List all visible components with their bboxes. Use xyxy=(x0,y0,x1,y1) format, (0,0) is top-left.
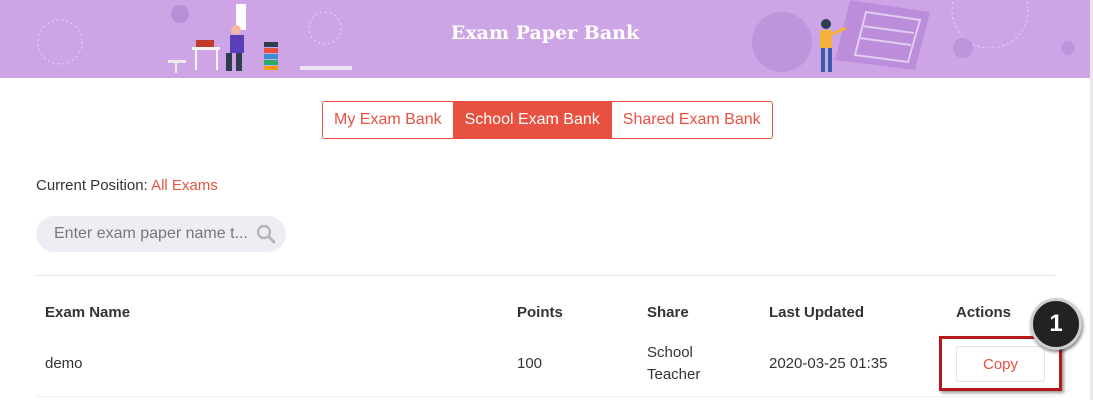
column-header-last-updated: Last Updated xyxy=(769,304,865,321)
last-updated-cell: 2020-03-25 01:35 xyxy=(769,355,888,372)
column-header-exam-name: Exam Name xyxy=(45,304,131,321)
column-header-actions: Actions xyxy=(956,304,1012,321)
exam-name-cell: demo xyxy=(45,355,83,372)
search-box[interactable]: Enter exam paper name t... xyxy=(36,216,286,252)
column-header-share: Share xyxy=(647,304,689,321)
tab-school-exam-bank[interactable]: School Exam Bank xyxy=(452,102,611,138)
share-cell-line-2: Teacher xyxy=(647,366,701,383)
page-title: Exam Paper Bank xyxy=(450,22,640,44)
divider xyxy=(36,275,1055,276)
share-cell-line-1: School xyxy=(647,344,693,361)
tab-shared-exam-bank[interactable]: Shared Exam Bank xyxy=(610,102,772,138)
row-divider xyxy=(36,396,1055,397)
breadcrumb-all-exams-link[interactable]: All Exams xyxy=(151,177,218,194)
annotation-step-marker: 1 xyxy=(1030,298,1082,350)
tab-my-exam-bank[interactable]: My Exam Bank xyxy=(323,102,453,138)
search-input[interactable]: Enter exam paper name t... xyxy=(54,225,250,243)
column-header-points: Points xyxy=(517,304,563,321)
points-cell: 100 xyxy=(517,355,543,372)
search-icon[interactable] xyxy=(256,224,276,249)
banner: Exam Paper Bank xyxy=(0,0,1090,78)
exam-bank-tabs: My Exam Bank School Exam Bank Shared Exa… xyxy=(322,101,773,139)
breadcrumb: Current Position: All Exams xyxy=(36,177,218,194)
breadcrumb-label: Current Position: xyxy=(36,177,148,194)
